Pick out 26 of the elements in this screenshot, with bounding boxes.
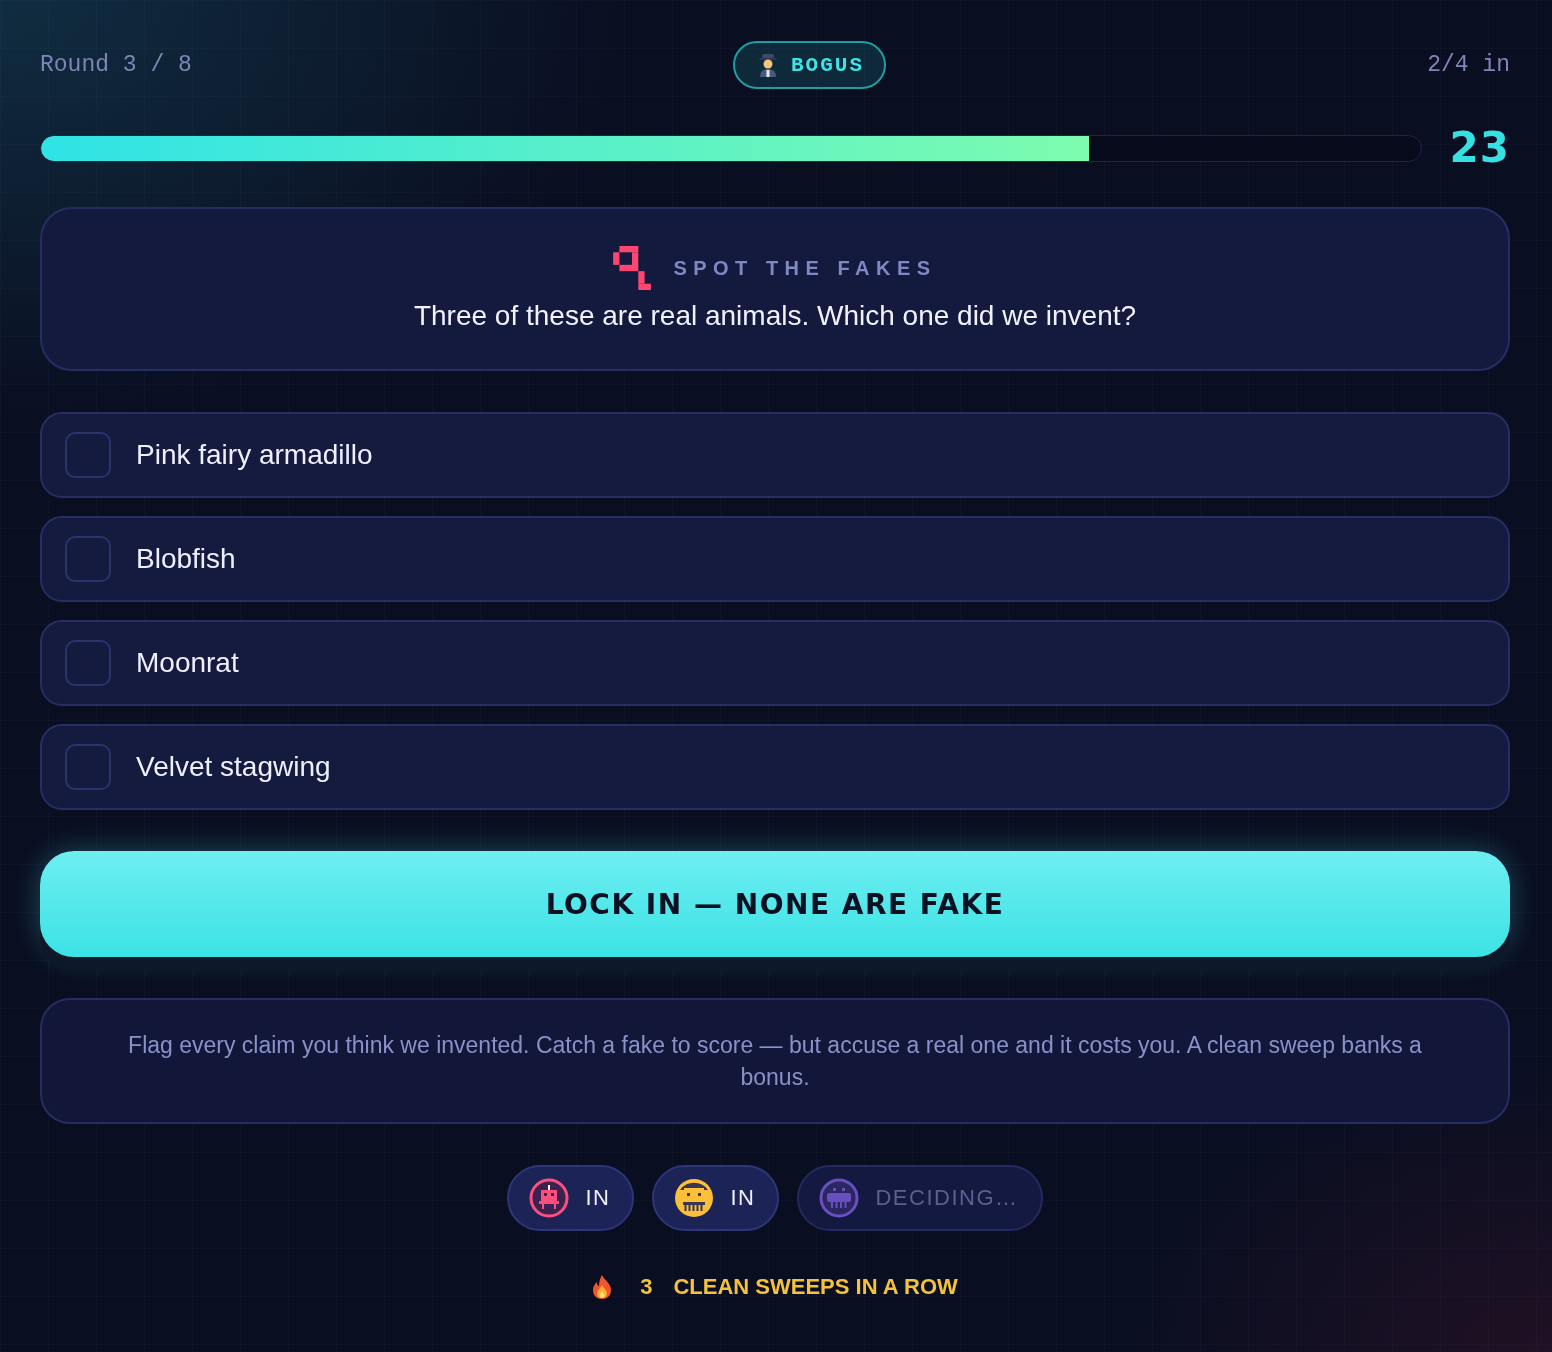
player-status: DECIDING… [875, 1185, 1019, 1211]
streak-label: CLEAN SWEEPS IN A ROW [673, 1274, 958, 1300]
answer-option[interactable]: Moonrat [40, 620, 1510, 706]
checkbox[interactable] [65, 432, 111, 478]
checkbox[interactable] [65, 744, 111, 790]
mode-name: BOGUS [791, 53, 864, 77]
player-status: IN [730, 1185, 756, 1211]
monster-avatar-icon [819, 1178, 860, 1218]
question-prompt: Three of these are real animals. Which one did we invent? [413, 300, 1137, 332]
answer-option[interactable]: Velvet stagwing [40, 724, 1510, 810]
streak-count: 3 [640, 1274, 653, 1300]
robot-avatar-icon [529, 1178, 570, 1218]
pixel-q-icon [613, 246, 652, 290]
question-category: SPOT THE FAKES [673, 256, 937, 280]
checkbox[interactable] [65, 536, 111, 582]
flame-icon [592, 1275, 613, 1299]
answer-option[interactable]: Pink fairy armadillo [40, 412, 1510, 498]
hint-text: Flag every claim you think we invented. Catch a fake to score — but accuse a real one and it costs you. A clean sweep banks a bonus. [127, 1031, 1423, 1092]
player-status: IN [585, 1185, 611, 1211]
cat-avatar-icon [674, 1178, 715, 1218]
checkbox[interactable] [65, 640, 111, 686]
round-label: Round 3 / 8 [40, 52, 192, 78]
players-in-count: 2/4 in [1427, 52, 1510, 78]
timer-seconds: 23 [1449, 127, 1510, 169]
answer-option[interactable]: Blobfish [40, 516, 1510, 602]
person-icon [757, 53, 779, 77]
